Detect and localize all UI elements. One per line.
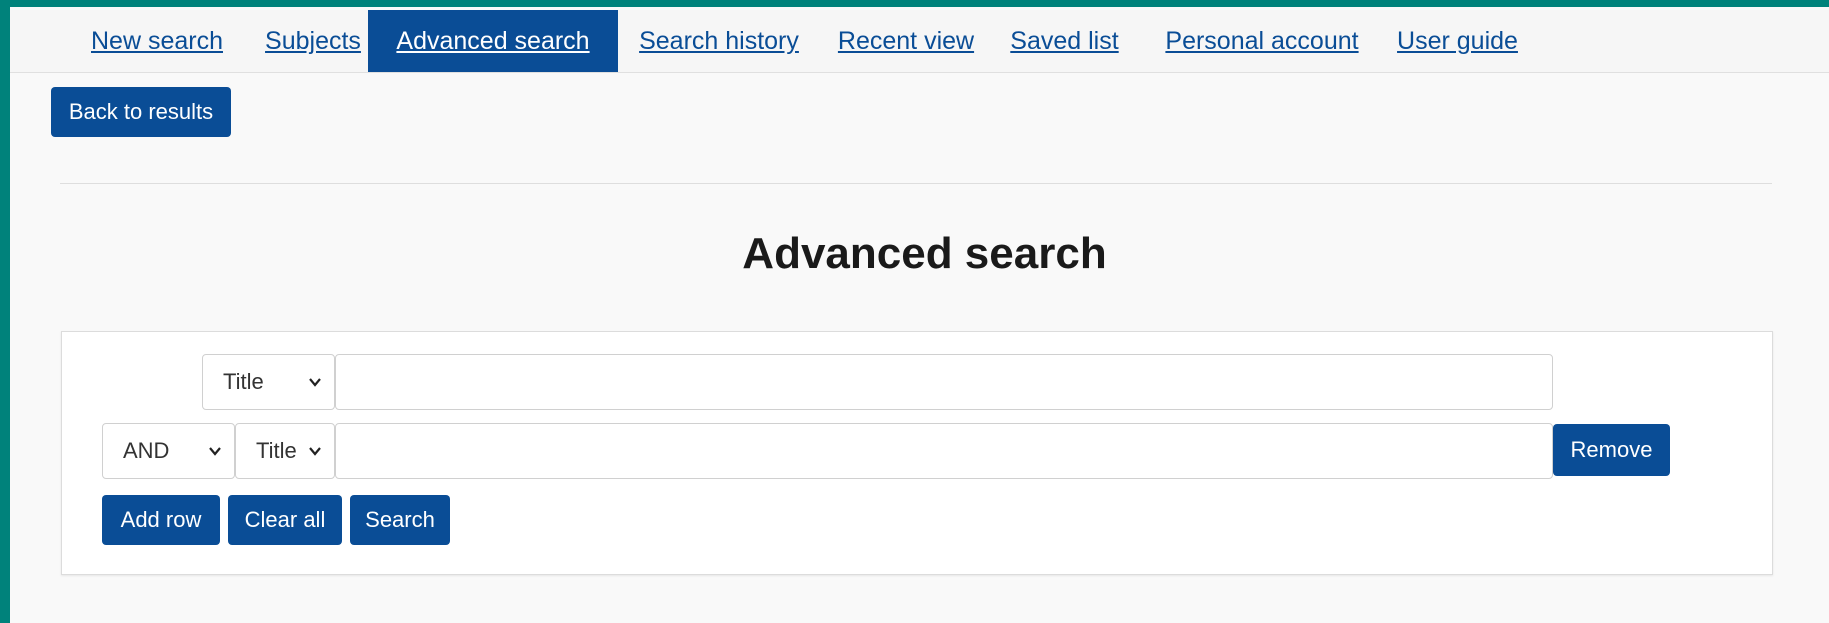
top-navigation: New search Subjects Advanced search Sear…	[10, 10, 1829, 73]
search-term-input-row-2[interactable]	[335, 423, 1553, 479]
operator-select-row-2[interactable]: AND	[102, 423, 235, 479]
search-term-input-row-1[interactable]	[335, 354, 1553, 410]
back-to-results-button[interactable]: Back to results	[51, 87, 231, 137]
divider	[60, 183, 1772, 184]
remove-row-button[interactable]: Remove	[1553, 424, 1670, 476]
nav-recent-view[interactable]: Recent view	[824, 10, 988, 72]
field-select-row-2[interactable]: Title	[235, 423, 335, 479]
nav-subjects[interactable]: Subjects	[251, 10, 375, 72]
chevron-down-icon	[209, 447, 221, 456]
field-select-value: Title	[223, 369, 264, 394]
clear-all-button[interactable]: Clear all	[228, 495, 342, 545]
operator-select-value: AND	[123, 438, 170, 463]
field-select-value: Title	[256, 438, 297, 463]
app-frame: New search Subjects Advanced search Sear…	[0, 0, 1829, 623]
nav-personal-account[interactable]: Personal account	[1148, 10, 1376, 72]
nav-saved-list[interactable]: Saved list	[996, 10, 1133, 72]
chevron-down-icon	[309, 378, 321, 387]
nav-user-guide[interactable]: User guide	[1376, 10, 1539, 72]
nav-search-history[interactable]: Search history	[625, 10, 813, 72]
search-button[interactable]: Search	[350, 495, 450, 545]
add-row-button[interactable]: Add row	[102, 495, 220, 545]
nav-new-search[interactable]: New search	[80, 10, 234, 72]
search-form-panel: Title AND Title Remove Add row Clear all…	[61, 331, 1773, 575]
field-select-row-1[interactable]: Title	[202, 354, 335, 410]
nav-advanced-search[interactable]: Advanced search	[368, 10, 618, 72]
chevron-down-icon	[309, 447, 321, 456]
page-title: Advanced search	[742, 229, 1107, 278]
